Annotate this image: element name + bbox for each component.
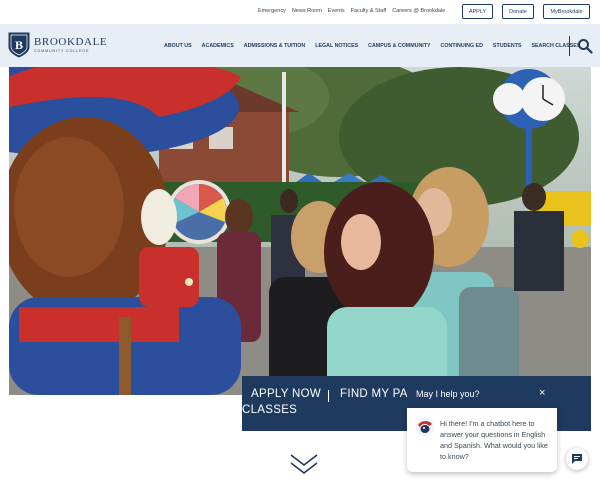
utility-links: Emergency News Room Events Faculty & Sta… xyxy=(258,8,445,14)
brookdale-shield-logo: B xyxy=(8,32,30,58)
classes-link[interactable]: CLASSES xyxy=(242,404,297,416)
donate-button[interactable]: Donate xyxy=(502,4,534,19)
chat-message-text: Hi there! I'm a chatbot here to answer y… xyxy=(440,419,548,461)
nav-item-academics[interactable]: ACADEMICS xyxy=(202,43,234,49)
nav-item-admissions-tuition[interactable]: ADMISSIONS & TUITION xyxy=(244,43,306,49)
hero-photo-illustration xyxy=(9,67,591,395)
nav-item-continuing-ed[interactable]: CONTINUING ED xyxy=(441,43,483,49)
close-icon[interactable]: × xyxy=(539,388,545,399)
nav-divider xyxy=(569,36,570,56)
nav-item-search-classes[interactable]: SEARCH CLASSES xyxy=(531,43,580,49)
main-nav: ABOUT US ACADEMICS ADMISSIONS & TUITION … xyxy=(164,43,580,49)
main-header: B BROOKDALE COMMUNITY COLLEGE ABOUT US A… xyxy=(0,24,600,67)
apply-button[interactable]: APPLY xyxy=(462,4,493,19)
utility-bar: Emergency News Room Events Faculty & Sta… xyxy=(0,0,600,24)
logo-subtitle: COMMUNITY COLLEGE xyxy=(34,48,90,53)
chat-message-bubble: Hi there! I'm a chatbot here to answer y… xyxy=(407,408,557,472)
apply-now-link[interactable]: APPLY NOW xyxy=(251,388,321,400)
utility-link-faculty-staff[interactable]: Faculty & Staff xyxy=(351,8,387,14)
nav-item-campus-community[interactable]: CAMPUS & COMMUNITY xyxy=(368,43,430,49)
quick-links-divider xyxy=(328,390,329,402)
utility-link-emergency[interactable]: Emergency xyxy=(258,8,286,14)
nav-item-students[interactable]: STUDENTS xyxy=(493,43,522,49)
chatbot-avatar-icon xyxy=(416,418,434,436)
hero-photo xyxy=(9,67,591,395)
utility-link-newsroom[interactable]: News Room xyxy=(292,8,322,14)
chat-icon xyxy=(572,454,582,464)
svg-text:B: B xyxy=(15,38,23,52)
nav-item-legal-notices[interactable]: LEGAL NOTICES xyxy=(315,43,358,49)
mybrookdale-button[interactable]: MyBrookdale xyxy=(543,4,590,19)
utility-link-events[interactable]: Events xyxy=(328,8,345,14)
chevron-down-icon[interactable] xyxy=(289,452,319,478)
chat-launcher-button[interactable] xyxy=(566,448,588,470)
logo-text: BROOKDALE COMMUNITY COLLEGE xyxy=(34,35,108,54)
logo-name: BROOKDALE xyxy=(34,35,108,48)
chat-header: May I help you? × xyxy=(407,381,557,408)
utility-link-careers[interactable]: Careers @ Brookdale xyxy=(392,8,445,14)
find-my-path-link[interactable]: FIND MY PAT xyxy=(340,388,414,400)
chat-title: May I help you? xyxy=(416,389,480,399)
nav-item-about-us[interactable]: ABOUT US xyxy=(164,43,192,49)
search-icon[interactable] xyxy=(577,38,593,54)
logo[interactable]: B BROOKDALE COMMUNITY COLLEGE xyxy=(8,32,107,58)
